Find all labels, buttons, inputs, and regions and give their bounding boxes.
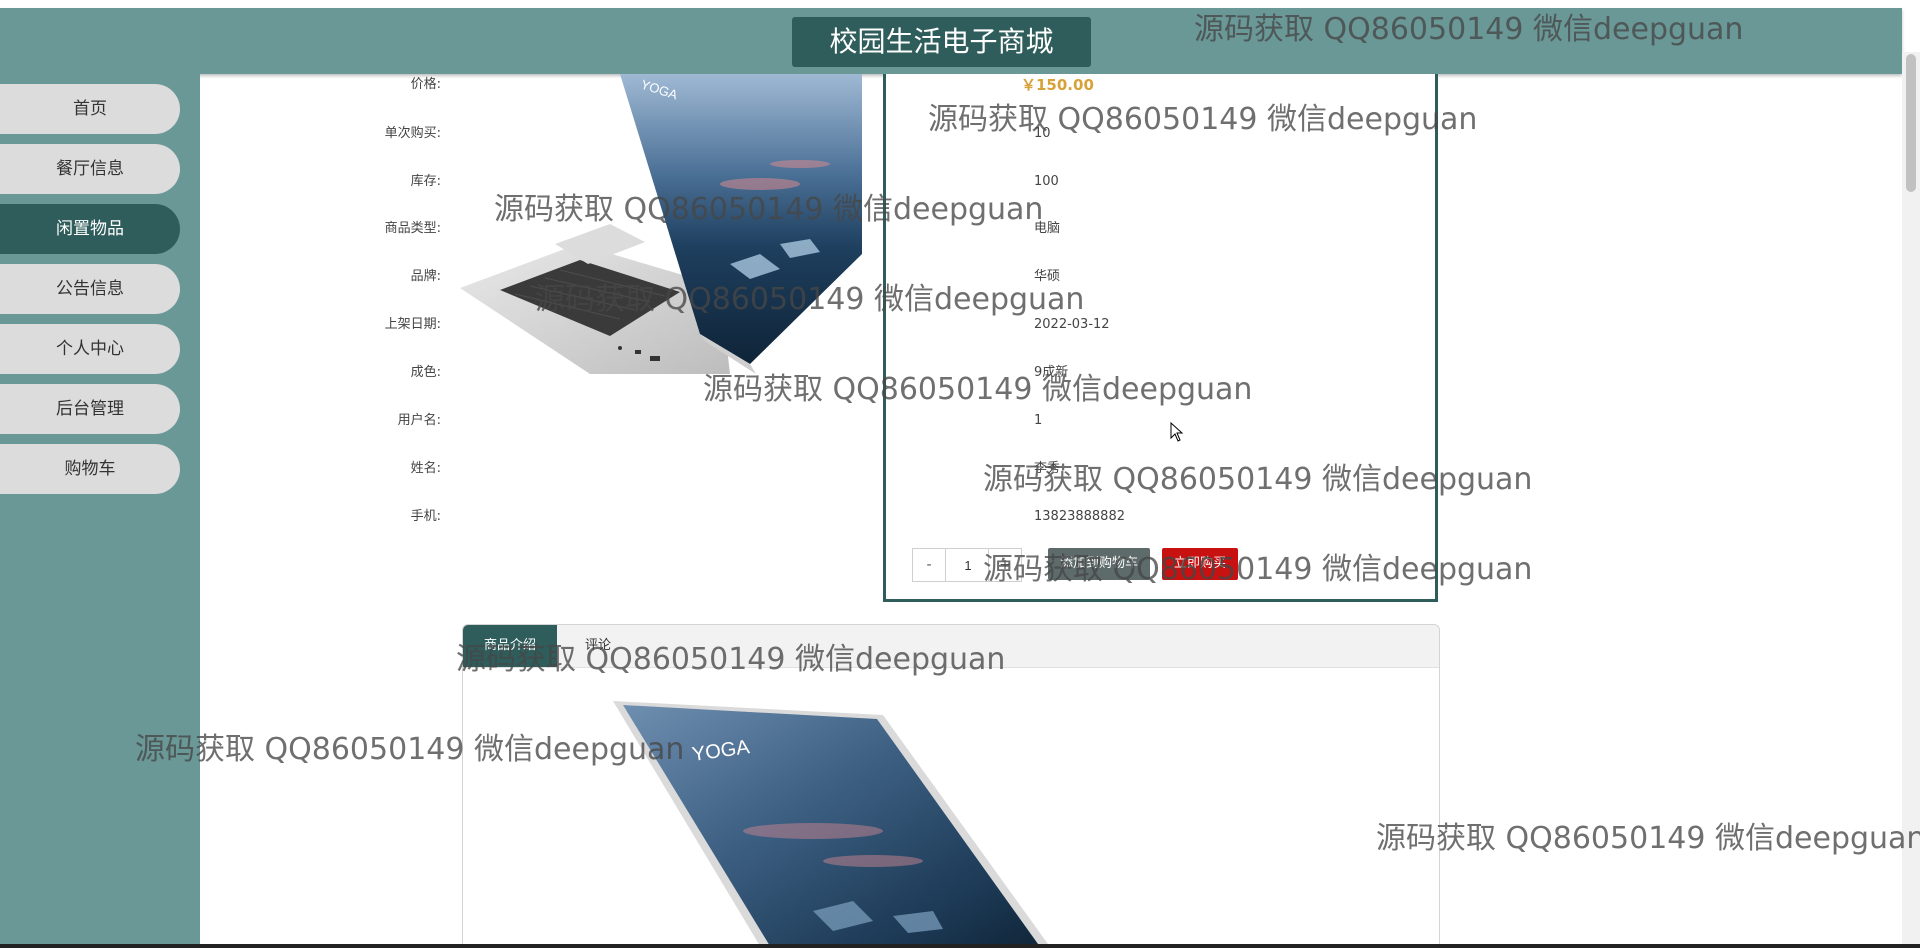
username-value: 1	[1034, 413, 1043, 428]
stock-label: 库存:	[410, 174, 441, 189]
sidebar-item-personal-center[interactable]: 个人中心	[0, 324, 180, 374]
sidebar: 首页 餐厅信息 闲置物品 公告信息 个人中心 后台管理 购物车	[0, 74, 200, 948]
bottom-edge	[0, 944, 1920, 948]
condition-label: 成色:	[410, 365, 441, 380]
phone-value: 13823888882	[1034, 509, 1125, 524]
tab-product-intro[interactable]: 商品介绍	[463, 625, 557, 667]
product-info-panel: 价格: ￥150.00 单次购买: 10 库存: 100 商品类型: 电脑 品牌…	[385, 74, 1438, 602]
sidebar-item-restaurant[interactable]: 餐厅信息	[0, 144, 180, 194]
username-label: 用户名:	[397, 413, 441, 428]
stock-value: 100	[1034, 174, 1059, 189]
site-title: 校园生活电子商城	[792, 17, 1091, 67]
product-detail-image: YOGA	[613, 701, 1213, 948]
buy-now-button[interactable]: 立即购买	[1162, 548, 1238, 580]
single-purchase-value: 10	[1034, 126, 1051, 141]
detail-tab-bar: 商品介绍 评论	[463, 625, 1439, 668]
header: 校园生活电子商城	[0, 8, 1902, 74]
sidebar-item-idle-items[interactable]: 闲置物品	[0, 204, 180, 254]
listing-date-value: 2022-03-12	[1034, 317, 1110, 332]
watermark: 源码获取 QQ86050149 微信deepguan	[1376, 821, 1920, 856]
name-value: 李秀	[1034, 461, 1061, 476]
single-purchase-label: 单次购买:	[384, 126, 441, 141]
listing-date-label: 上架日期:	[384, 317, 441, 332]
quantity-decrease-button[interactable]: -	[913, 549, 946, 581]
sidebar-item-cart[interactable]: 购物车	[0, 444, 180, 494]
brand-value: 华硕	[1034, 269, 1061, 284]
product-image: YOGA	[460, 74, 862, 400]
quantity-input[interactable]	[946, 549, 990, 581]
tab-comments[interactable]: 评论	[573, 625, 623, 667]
brand-label: 品牌:	[410, 269, 441, 284]
price-value: ￥150.00	[1021, 76, 1094, 94]
mouse-cursor-icon	[1170, 422, 1184, 442]
sidebar-item-notices[interactable]: 公告信息	[0, 264, 180, 314]
add-to-cart-button[interactable]: 添加到购物车	[1048, 548, 1150, 580]
top-strip	[0, 0, 1920, 8]
phone-label: 手机:	[410, 509, 441, 524]
price-label: 价格:	[410, 77, 441, 92]
category-label: 商品类型:	[384, 221, 441, 236]
quantity-increase-button[interactable]: +	[988, 549, 1021, 581]
condition-value: 9成新	[1034, 365, 1069, 380]
product-detail-section: 商品介绍 评论 YOGA	[462, 624, 1440, 948]
name-label: 姓名:	[410, 461, 441, 476]
category-value: 电脑	[1034, 221, 1061, 236]
quantity-stepper: - +	[912, 548, 1022, 582]
page-scrollbar[interactable]	[1902, 52, 1920, 948]
sidebar-item-home[interactable]: 首页	[0, 84, 180, 134]
sidebar-item-admin[interactable]: 后台管理	[0, 384, 180, 434]
scrollbar-thumb[interactable]	[1906, 54, 1916, 192]
